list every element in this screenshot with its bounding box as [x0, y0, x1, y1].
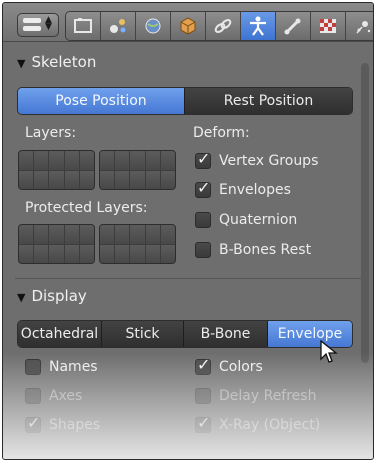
object-icon: [180, 17, 196, 35]
updown-arrow-icon: ▲ ▼: [45, 15, 52, 32]
protected-layers-label: Protected Layers:: [25, 200, 148, 216]
tab-scene[interactable]: [101, 12, 136, 40]
tab-render[interactable]: [66, 12, 101, 40]
octahedral-button[interactable]: Octahedral: [18, 321, 102, 347]
context-tabs: [65, 11, 373, 41]
checkbox-box[interactable]: ✓: [195, 413, 211, 433]
world-icon: [145, 18, 161, 34]
checkbox-box[interactable]: ✓: [195, 178, 211, 198]
layers-grid-right[interactable]: [99, 150, 176, 190]
xray-object-checkbox[interactable]: ✓ X-Ray (Object): [195, 413, 321, 433]
collapse-triangle-icon: ▼: [17, 291, 26, 304]
checkmark-icon: ✓: [197, 178, 211, 197]
render-icon: [74, 18, 92, 33]
checkbox-label: Vertex Groups: [219, 153, 319, 169]
quaternion-checkbox[interactable]: Quaternion: [195, 212, 297, 228]
collapse-triangle-icon: ▼: [17, 57, 26, 70]
checkbox-box[interactable]: [25, 388, 41, 404]
layers-label: Layers:: [25, 125, 77, 141]
rest-position-button[interactable]: Rest Position: [185, 88, 352, 114]
colors-checkbox[interactable]: ✓ Colors: [195, 355, 263, 375]
checkbox-label: Axes: [49, 388, 83, 404]
checkbox-box[interactable]: [195, 242, 211, 258]
deform-label: Deform:: [193, 125, 250, 141]
constraints-icon: [214, 19, 232, 33]
stick-button[interactable]: Stick: [102, 321, 184, 347]
axes-checkbox[interactable]: Axes: [25, 388, 82, 404]
checkbox-label: Delay Refresh: [219, 388, 317, 404]
checkbox-box[interactable]: ✓: [195, 149, 211, 169]
tab-bone[interactable]: [276, 12, 311, 40]
tab-object[interactable]: [171, 12, 206, 40]
checkbox-box[interactable]: [195, 388, 211, 404]
envelope-button[interactable]: Envelope: [268, 321, 352, 347]
envelopes-checkbox[interactable]: ✓ Envelopes: [195, 178, 291, 198]
skeleton-panel-header[interactable]: ▼ Skeleton: [17, 53, 96, 71]
vertex-groups-checkbox[interactable]: ✓ Vertex Groups: [195, 149, 319, 169]
skeleton-title: Skeleton: [31, 53, 97, 71]
pose-position-button[interactable]: Pose Position: [18, 88, 185, 114]
tab-particles[interactable]: [346, 12, 373, 40]
bone-icon: [284, 18, 301, 35]
material-icon: [320, 19, 336, 33]
checkbox-label: Colors: [219, 359, 263, 375]
protected-layers-grid-right[interactable]: [99, 224, 176, 264]
editor-type-icon: [23, 18, 41, 23]
display-panel-header[interactable]: ▼ Display: [17, 287, 87, 305]
editor-type-icon-bar: [23, 26, 41, 31]
checkbox-label: Quaternion: [219, 212, 298, 228]
bbone-button[interactable]: B-Bone: [184, 321, 268, 347]
checkbox-label: B-Bones Rest: [219, 242, 312, 258]
layers-grid-left[interactable]: [18, 150, 95, 190]
checkmark-icon: ✓: [27, 413, 41, 432]
properties-editor: ▲ ▼ ▼ Skeleton Pose Position Rest Positi…: [2, 2, 374, 460]
checkbox-label: X-Ray (Object): [219, 417, 321, 433]
tab-world[interactable]: [136, 12, 171, 40]
vertical-scrollbar[interactable]: [361, 63, 369, 363]
checkbox-label: Shapes: [49, 417, 101, 433]
checkbox-box[interactable]: ✓: [195, 355, 211, 375]
editor-type-selector[interactable]: ▲ ▼: [17, 13, 59, 37]
checkmark-icon: ✓: [197, 149, 211, 168]
scene-icon: [110, 19, 126, 33]
shapes-checkbox[interactable]: ✓ Shapes: [25, 413, 101, 433]
bbones-rest-checkbox[interactable]: B-Bones Rest: [195, 242, 311, 258]
checkbox-box[interactable]: [195, 212, 211, 228]
checkbox-box[interactable]: ✓: [25, 413, 41, 433]
display-mode-selector: Octahedral Stick B-Bone Envelope: [17, 320, 353, 348]
checkbox-box[interactable]: [25, 359, 41, 375]
checkbox-label: Names: [49, 359, 98, 375]
checkbox-label: Envelopes: [219, 182, 291, 198]
armature-data-icon: [250, 16, 266, 36]
tab-armature-data[interactable]: [241, 12, 276, 40]
names-checkbox[interactable]: Names: [25, 359, 98, 375]
position-toggle: Pose Position Rest Position: [17, 87, 353, 115]
panel-divider: [15, 278, 361, 279]
properties-header: ▲ ▼: [3, 3, 373, 42]
protected-layers-grid-left[interactable]: [18, 224, 95, 264]
tab-material[interactable]: [311, 12, 346, 40]
checkmark-icon: ✓: [197, 355, 211, 374]
delay-refresh-checkbox[interactable]: Delay Refresh: [195, 388, 316, 404]
checkmark-icon: ✓: [197, 413, 211, 432]
particles-icon: [356, 21, 371, 34]
display-title: Display: [31, 287, 87, 305]
mouse-cursor-icon: [320, 340, 338, 363]
tab-constraints[interactable]: [206, 12, 241, 40]
